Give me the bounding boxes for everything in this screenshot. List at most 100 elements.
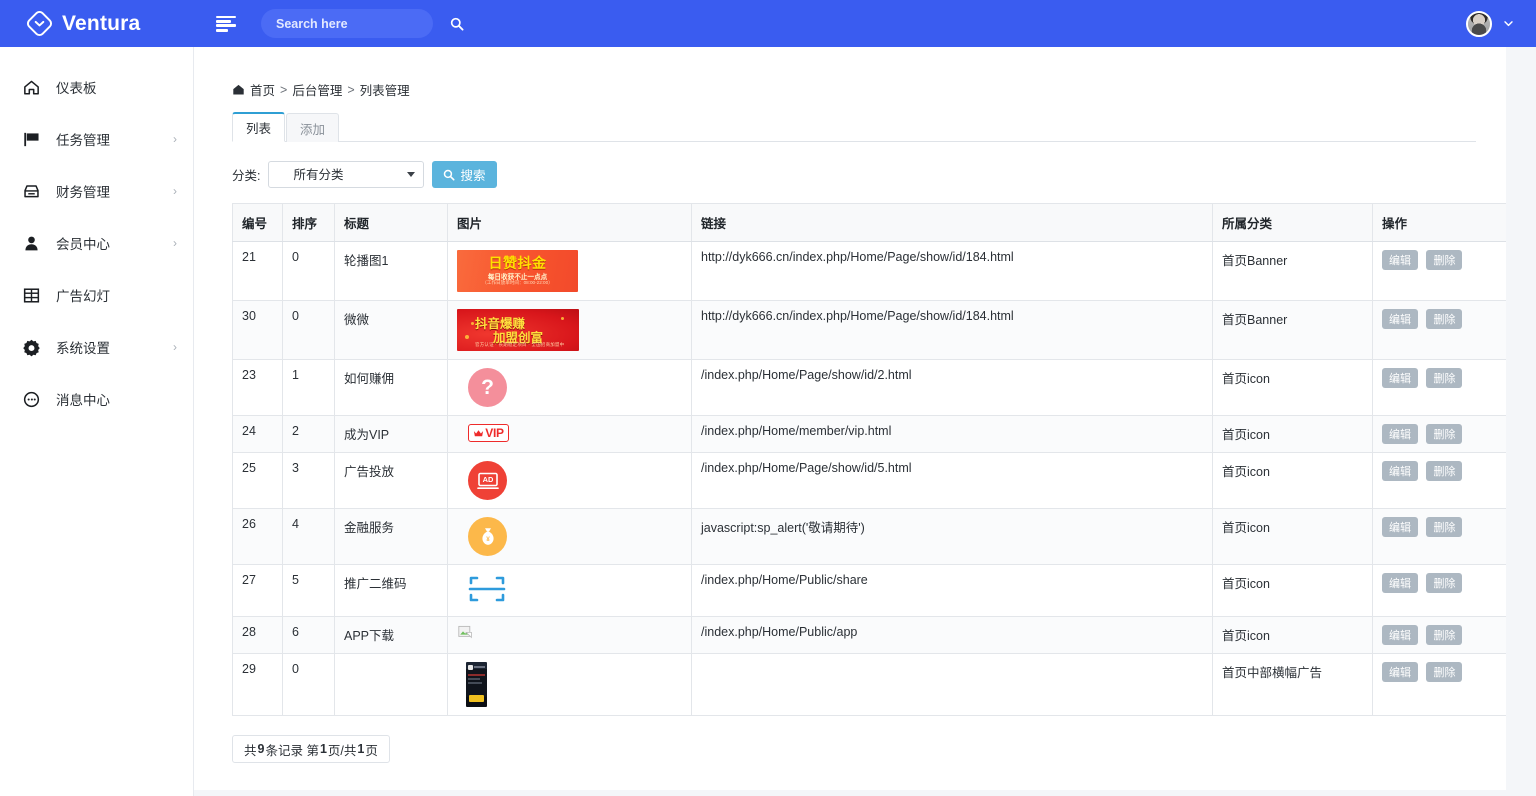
tab-list[interactable]: 列表 xyxy=(232,112,286,142)
cell-category: 首页icon xyxy=(1212,508,1373,565)
sidebar-item-ad-slideshow[interactable]: 广告幻灯 xyxy=(0,269,193,321)
edit-button[interactable]: 编辑 xyxy=(1382,461,1418,481)
cell-id: 25 xyxy=(232,452,283,509)
edit-button[interactable]: 编辑 xyxy=(1382,573,1418,593)
breadcrumb-item-home[interactable]: 首页 xyxy=(250,80,275,99)
edit-button[interactable]: 编辑 xyxy=(1382,250,1418,270)
pagination-info[interactable]: 共 9 条记录 第 1 页/共 1 页 xyxy=(232,735,390,763)
money-bag-icon[interactable]: ¥ xyxy=(468,517,507,556)
edit-button[interactable]: 编辑 xyxy=(1382,368,1418,388)
delete-button[interactable]: 删除 xyxy=(1426,461,1463,481)
pagination-pages: 1 xyxy=(357,742,365,756)
search-input[interactable] xyxy=(276,16,450,31)
brand-logo[interactable]: Ventura xyxy=(0,0,195,47)
sidebar-item-finance-management[interactable]: 财务管理 › xyxy=(0,165,193,217)
sidebar-item-label: 广告幻灯 xyxy=(56,289,110,304)
user-menu[interactable] xyxy=(1466,10,1536,37)
hamburger-bar xyxy=(216,24,236,28)
vip-badge-icon[interactable]: VIP xyxy=(468,424,509,442)
cell-id: 29 xyxy=(232,653,283,716)
breadcrumb-item-admin[interactable]: 后台管理 xyxy=(292,80,342,99)
cell-link: http://dyk666.cn/index.php/Home/Page/sho… xyxy=(691,241,1213,301)
banner-ad-orange-thumbnail[interactable]: 日赞抖金 每日收获不止一点点 （工作日放单时间：08:00-22:00） xyxy=(457,250,578,292)
qr-scan-icon[interactable] xyxy=(468,573,506,605)
edit-button[interactable]: 编辑 xyxy=(1382,625,1418,645)
question-mark-icon[interactable]: ? xyxy=(468,368,507,407)
sidebar-item-system-settings[interactable]: 系统设置 › xyxy=(0,321,193,373)
cell-image: 抖音爆赚 加盟创富 官方认证 · 长期稳定项目 · 全国招商加盟中 xyxy=(447,300,692,360)
delete-button[interactable]: 删除 xyxy=(1426,573,1463,593)
edit-button[interactable]: 编辑 xyxy=(1382,517,1418,537)
search-icon[interactable] xyxy=(450,17,464,31)
sidebar-item-label: 任务管理 xyxy=(56,133,110,148)
category-select-wrapper[interactable]: 所有分类 xyxy=(268,161,425,188)
broken-image-icon[interactable] xyxy=(458,625,472,639)
cell-title: 成为VIP xyxy=(334,415,448,453)
cell-id: 24 xyxy=(232,415,283,453)
edit-button[interactable]: 编辑 xyxy=(1382,662,1418,682)
cell-actions: 编辑 删除 xyxy=(1372,653,1506,716)
cell-order: 6 xyxy=(282,616,335,654)
cell-image: ? xyxy=(447,359,692,416)
brand-name: Ventura xyxy=(62,11,141,35)
category-select[interactable]: 所有分类 xyxy=(268,161,425,188)
cell-image: 日赞抖金 每日收获不止一点点 （工作日放单时间：08:00-22:00） xyxy=(447,241,692,301)
pagination-middle: 条记录 第 xyxy=(265,743,319,758)
delete-button[interactable]: 删除 xyxy=(1426,625,1463,645)
sidebar-item-message-center[interactable]: 消息中心 xyxy=(0,373,193,425)
cell-actions: 编辑 删除 xyxy=(1372,508,1506,565)
screenshot-detail xyxy=(468,678,480,680)
cell-id: 30 xyxy=(232,300,283,360)
th-order: 排序 xyxy=(282,203,335,242)
table-row: 26 4 金融服务 ¥ javascript:sp_alert('敬请期待') … xyxy=(232,508,1506,565)
screenshot-detail xyxy=(469,695,484,702)
sidebar-item-member-center[interactable]: 会员中心 › xyxy=(0,217,193,269)
cell-actions: 编辑 删除 xyxy=(1372,564,1506,617)
sidebar-item-label: 系统设置 xyxy=(56,341,110,356)
cell-order: 3 xyxy=(282,452,335,509)
table-row: 23 1 如何赚佣 ? /index.php/Home/Page/show/id… xyxy=(232,359,1506,416)
chevron-right-icon: › xyxy=(173,184,177,198)
sidebar-item-dashboard[interactable]: 仪表板 xyxy=(0,61,193,113)
menu-toggle-button[interactable] xyxy=(216,15,238,32)
cell-actions: 编辑 删除 xyxy=(1372,300,1506,360)
banner-ad-red-thumbnail[interactable]: 抖音爆赚 加盟创富 官方认证 · 长期稳定项目 · 全国招商加盟中 xyxy=(457,309,579,351)
cell-image xyxy=(447,616,692,654)
phone-screenshot-thumbnail[interactable] xyxy=(466,662,487,707)
chevron-down-icon[interactable] xyxy=(1503,18,1514,29)
delete-button[interactable]: 删除 xyxy=(1426,250,1463,270)
grid-icon xyxy=(23,287,40,303)
edit-button[interactable]: 编辑 xyxy=(1382,309,1418,329)
user-avatar[interactable] xyxy=(1466,10,1492,37)
delete-button[interactable]: 删除 xyxy=(1426,309,1463,329)
hamburger-bar xyxy=(216,15,236,19)
global-search[interactable] xyxy=(261,9,464,38)
ad-monitor-icon[interactable]: AD xyxy=(468,461,507,500)
cell-category: 首页icon xyxy=(1212,564,1373,617)
screenshot-detail xyxy=(474,666,485,668)
main-content: 首页 > 后台管理 > 列表管理 列表 添加 分类: 所有分类 搜索 编号 排序… xyxy=(194,47,1506,790)
cell-order: 1 xyxy=(282,359,335,416)
cell-link: http://dyk666.cn/index.php/Home/Page/sho… xyxy=(691,300,1213,360)
delete-button[interactable]: 删除 xyxy=(1426,368,1463,388)
cell-title: 轮播图1 xyxy=(334,241,448,301)
search-button[interactable]: 搜索 xyxy=(432,161,497,188)
sidebar-item-task-management[interactable]: 任务管理 › xyxy=(0,113,193,165)
delete-button[interactable]: 删除 xyxy=(1426,662,1463,682)
cell-image: AD xyxy=(447,452,692,509)
category-filter-label: 分类: xyxy=(232,169,261,183)
delete-button[interactable]: 删除 xyxy=(1426,517,1463,537)
vip-label: VIP xyxy=(485,426,504,440)
cell-image: VIP xyxy=(447,415,692,453)
cell-order: 5 xyxy=(282,564,335,617)
chevron-right-icon: › xyxy=(173,132,177,146)
top-navbar: Ventura xyxy=(0,0,1536,47)
delete-button[interactable]: 删除 xyxy=(1426,424,1463,444)
pagination-total: 9 xyxy=(257,742,265,756)
cell-link xyxy=(691,653,1213,716)
cell-actions: 编辑 删除 xyxy=(1372,452,1506,509)
tab-add[interactable]: 添加 xyxy=(286,113,340,142)
th-id: 编号 xyxy=(232,203,283,242)
edit-button[interactable]: 编辑 xyxy=(1382,424,1418,444)
avatar-photo xyxy=(1468,12,1490,35)
